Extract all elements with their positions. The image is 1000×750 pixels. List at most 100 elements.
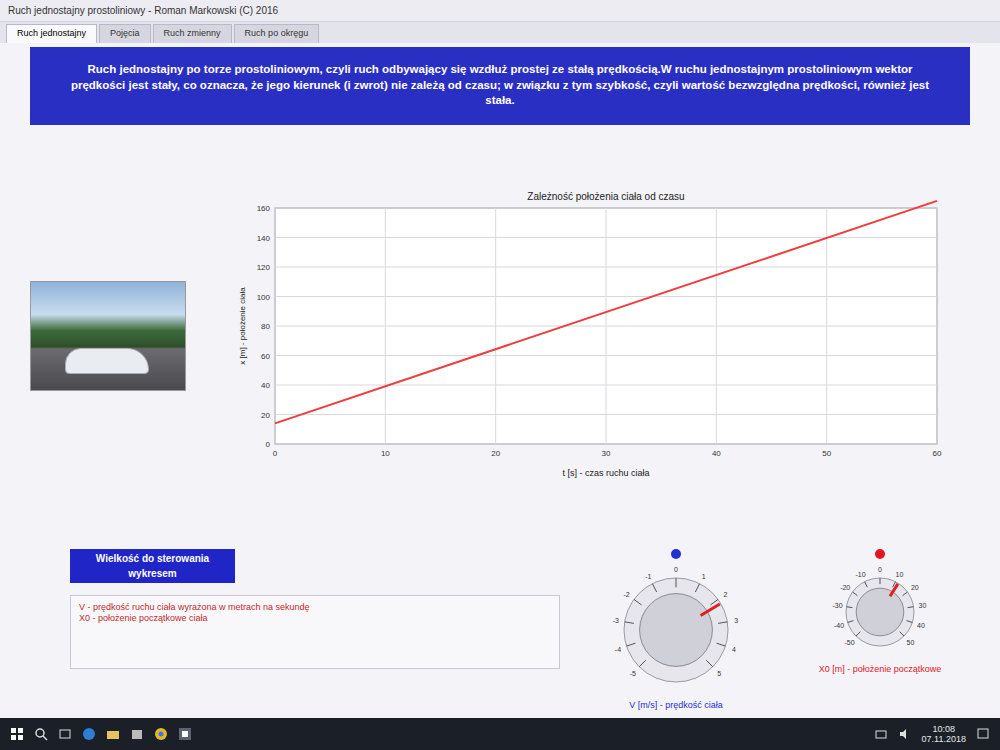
app-icon[interactable] <box>178 727 192 741</box>
dial-needle <box>890 583 898 595</box>
dial-tick <box>639 660 646 667</box>
dial-tick-label: 40 <box>917 622 925 629</box>
description-text: Ruch jednostajny po torze prostoliniowym… <box>70 62 930 109</box>
network-icon[interactable] <box>874 727 888 741</box>
note-line: X0 - położenie początkowe ciała <box>79 613 551 625</box>
car-photo <box>30 281 186 391</box>
plot-area <box>275 208 937 444</box>
dial-tick-label: 50 <box>907 639 915 646</box>
y-tick: 160 <box>257 204 271 213</box>
series-line <box>275 200 937 422</box>
dial-tick-label: -2 <box>624 591 630 598</box>
tab[interactable]: Pojęcia <box>99 24 151 43</box>
y-axis-label: x [m] - położenie ciała <box>238 286 247 364</box>
dial-tick <box>627 643 636 646</box>
dial-tick <box>880 578 881 584</box>
store-icon[interactable] <box>130 727 144 741</box>
dial-tick-label: -20 <box>840 583 850 590</box>
dial-tick <box>706 660 713 667</box>
grid-line <box>275 384 937 385</box>
tab-strip: Ruch jednostajnyPojęciaRuch zmiennyRuch … <box>0 22 1000 43</box>
dial-tick <box>900 631 904 635</box>
dial-tick <box>625 621 634 622</box>
note-line: V - prędkość ruchu ciała wyrażona w metr… <box>79 602 551 614</box>
volume-icon[interactable] <box>898 727 912 741</box>
clock-date: 07.11.2018 <box>922 734 966 744</box>
chart-canvas: Zależność położenia ciała od czasu010203… <box>202 186 976 486</box>
dial-tick <box>852 592 857 596</box>
y-tick: 80 <box>261 322 270 331</box>
x-tick: 30 <box>602 449 611 458</box>
dial-tick <box>848 620 854 622</box>
folder-icon[interactable] <box>106 727 120 741</box>
dial-group: -5-4-3-2-1012345V [m/s] - prędkość ciała <box>586 549 766 713</box>
dial-needle <box>701 604 720 615</box>
dial-ring <box>624 578 728 682</box>
indicator-dot <box>671 549 681 559</box>
x-tick: 60 <box>933 449 942 458</box>
notifications-icon[interactable] <box>976 727 990 741</box>
dial-tick <box>676 578 677 587</box>
clock[interactable]: 10:0807.11.2018 <box>922 724 966 745</box>
x-axis-label: t [s] - czas ruchu ciała <box>562 468 649 478</box>
description-banner: Ruch jednostajny po torze prostoliniowym… <box>30 47 970 125</box>
chrome-icon[interactable] <box>154 727 168 741</box>
dial-tick-label: 30 <box>919 602 927 609</box>
tab[interactable]: Ruch jednostajny <box>6 24 97 43</box>
dial-tick-label: 3 <box>734 617 738 624</box>
indicator-dot <box>875 549 885 559</box>
tab[interactable]: Ruch po okręgu <box>234 24 320 43</box>
taskbar: 10:0807.11.2018 <box>0 718 1000 750</box>
dial-tick-label: -5 <box>630 670 636 677</box>
y-tick: 20 <box>261 410 270 419</box>
dial-tick-label: -50 <box>845 639 855 646</box>
task-view-icon[interactable] <box>58 727 72 741</box>
browser-icon[interactable] <box>82 727 96 741</box>
dial[interactable]: -5-4-3-2-1012345 <box>609 563 743 697</box>
dial-tick <box>865 581 868 586</box>
dial-tick-label: -10 <box>855 570 865 577</box>
y-tick: 100 <box>257 292 271 301</box>
grid-line <box>275 325 937 326</box>
dial-tick <box>634 599 642 605</box>
grid-line <box>275 237 937 238</box>
y-tick: 40 <box>261 381 270 390</box>
clock-time: 10:08 <box>922 724 966 734</box>
dial-tick <box>718 621 727 622</box>
y-tick: 0 <box>266 440 271 449</box>
chart-title: Zależność położenia ciała od czasu <box>527 191 684 202</box>
grid-line <box>275 296 937 297</box>
search-icon[interactable] <box>34 727 48 741</box>
notes-box: V - prędkość ruchu ciała wyrażona w metr… <box>70 595 560 669</box>
dial-label: V [m/s] - prędkość ciała <box>629 699 723 713</box>
dial-tick <box>903 592 908 596</box>
dial-group: -50-40-30-20-1001020304050X0 [m] - położ… <box>790 549 970 713</box>
dial-tick <box>695 583 699 591</box>
dial-knob <box>640 593 713 666</box>
dial-ring <box>846 578 914 646</box>
tab[interactable]: Ruch zmienny <box>153 24 232 43</box>
grid-line <box>275 414 937 415</box>
grid-line <box>275 266 937 267</box>
dial[interactable]: -50-40-30-20-1001020304050 <box>831 563 929 661</box>
dial-tick <box>717 643 726 646</box>
grid-line <box>275 443 937 444</box>
dial-tick <box>652 583 656 591</box>
grid-line <box>275 207 937 208</box>
dial-tick-label: 0 <box>878 566 882 573</box>
grid-line <box>275 355 937 356</box>
y-tick: 120 <box>257 263 271 272</box>
windows-start-icon[interactable] <box>10 727 24 741</box>
dial-tick-label: -3 <box>613 617 619 624</box>
dial-tick <box>907 620 913 622</box>
title-bar: Ruch jednostajny prostoliniowy - Roman M… <box>0 0 1000 22</box>
dial-tick <box>908 606 914 608</box>
app-window: Ruch jednostajny prostoliniowy - Roman M… <box>0 0 1000 750</box>
dial-tick-label: 4 <box>732 645 736 652</box>
y-tick: 60 <box>261 351 270 360</box>
dial-tick <box>856 631 860 635</box>
dial-knob <box>856 588 904 636</box>
position-chart: Zależność położenia ciała od czasu010203… <box>202 186 976 486</box>
dial-tick-label: 2 <box>723 591 727 598</box>
dial-tick-label: -40 <box>834 622 844 629</box>
